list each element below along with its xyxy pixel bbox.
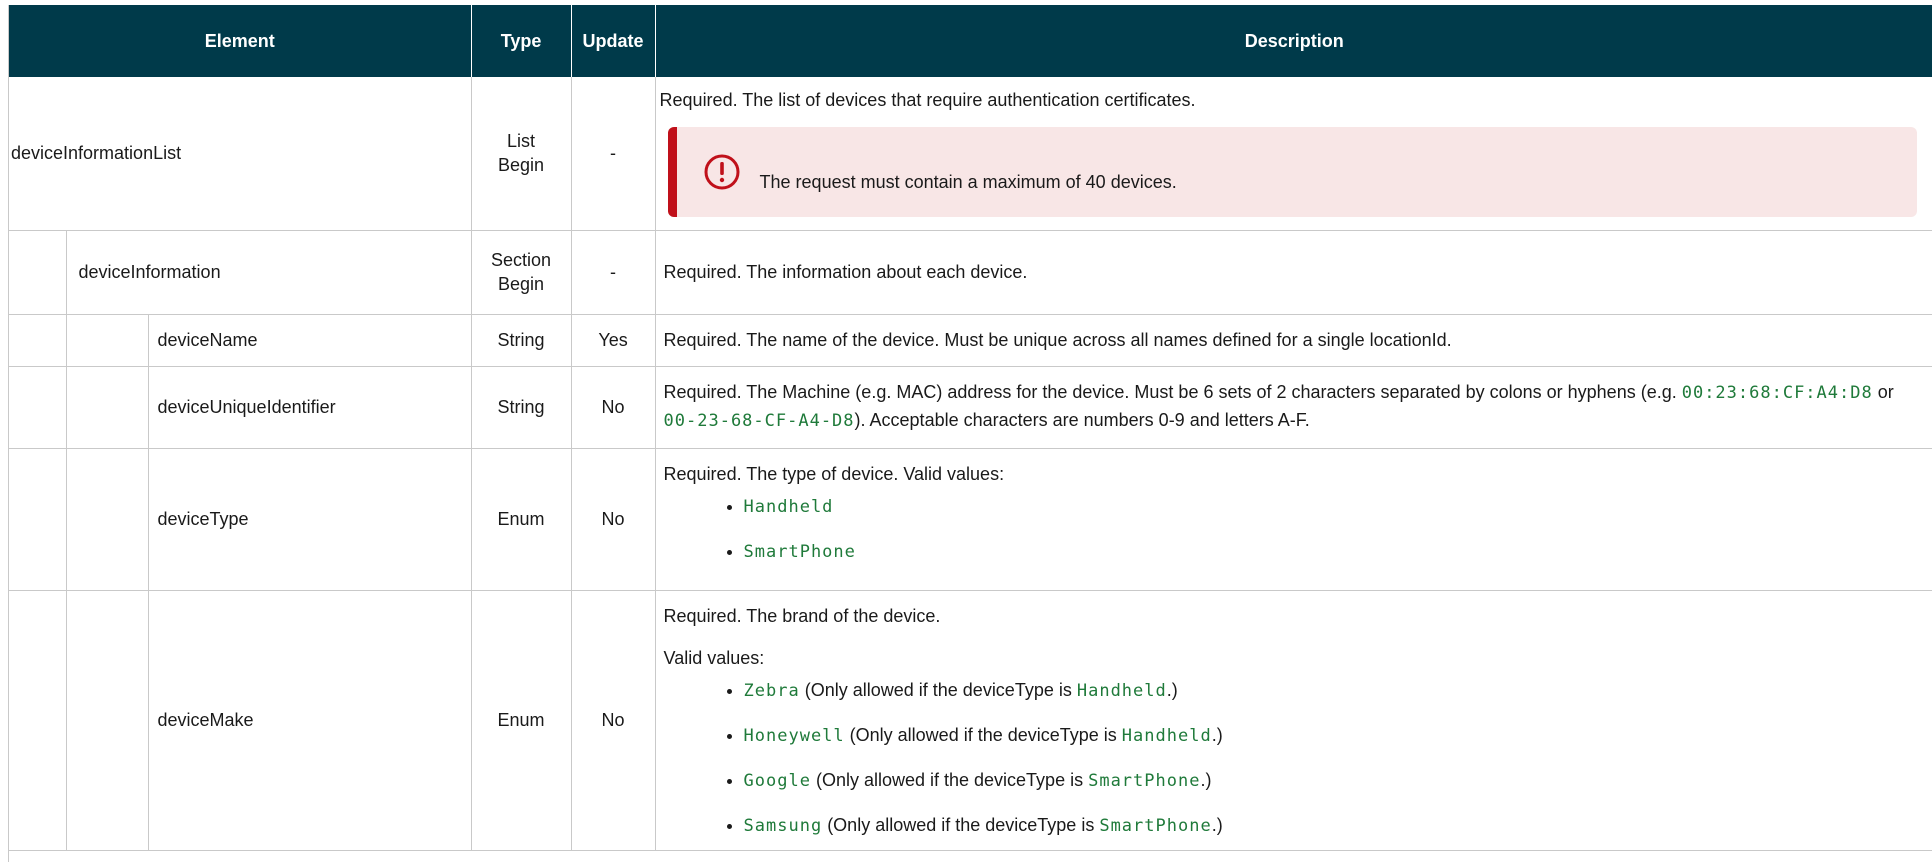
indent-cell xyxy=(66,590,149,851)
description-text: Required. The brand of the device. xyxy=(663,605,941,626)
description-text: Required. The list of devices that requi… xyxy=(659,90,1196,110)
type-cell: Section Begin xyxy=(471,230,572,315)
description-cell: Required. The information about each dev… xyxy=(655,230,1932,315)
list-item-text: (Only allowed if the deviceType is xyxy=(799,679,1077,700)
device-type-value: Handheld xyxy=(1121,725,1212,746)
type-line: Begin xyxy=(498,155,545,176)
type-cell: String xyxy=(471,314,572,367)
table-row: deviceInformationList List Begin - Requi… xyxy=(9,77,1932,231)
device-type-value: SmartPhone xyxy=(1099,815,1212,836)
description-text: ). Acceptable characters are numbers 0-9… xyxy=(854,410,1310,430)
type-cell: Enum xyxy=(471,448,572,591)
indent-cell xyxy=(9,230,67,315)
element-cell: deviceInformation xyxy=(66,230,472,315)
list-item-text: .) xyxy=(1211,814,1223,835)
warning-note: The request must contain a maximum of 40… xyxy=(667,127,1917,217)
header-type: Type xyxy=(471,5,572,77)
type-line: Begin xyxy=(498,274,545,294)
description-cell: Required. The Machine (e.g. MAC) address… xyxy=(655,366,1932,449)
valid-values-list: Zebra (Only allowed if the deviceType is… xyxy=(664,677,1925,839)
enum-value: SmartPhone xyxy=(743,541,856,562)
description-text: Required. The Machine (e.g. MAC) address… xyxy=(663,382,1682,402)
header-description: Description xyxy=(655,5,1932,77)
element-cell: deviceType xyxy=(148,448,472,591)
table-row: deviceType Enum No Required. The type of… xyxy=(9,448,1932,591)
table-row: deviceName String Yes Required. The name… xyxy=(9,314,1932,367)
element-cell: deviceName xyxy=(148,314,472,367)
description-cell: Required. The brand of the device. Valid… xyxy=(655,590,1932,851)
update-cell: No xyxy=(571,366,656,449)
list-item-text: (Only allowed if the deviceType is xyxy=(844,724,1122,745)
enum-value: Handheld xyxy=(743,496,834,517)
indent-cell xyxy=(66,314,149,367)
mac-example-hyphen: 00-23-68-CF-A4-D8 xyxy=(663,411,855,431)
list-item-text: .) xyxy=(1166,679,1178,700)
type-cell: List Begin xyxy=(471,77,572,231)
spec-table-container: Element Type Update Description deviceIn… xyxy=(8,5,1932,862)
table-row: deviceMake Enum No Required. The brand o… xyxy=(9,590,1932,851)
description-text: Valid values: xyxy=(663,647,765,668)
list-item: Honeywell (Only allowed if the deviceTyp… xyxy=(744,722,1925,749)
description-cell: Required. The type of device. Valid valu… xyxy=(655,448,1932,591)
list-item: Google (Only allowed if the deviceType i… xyxy=(744,767,1925,794)
enum-value: Samsung xyxy=(743,815,823,836)
valid-values-list: Handheld SmartPhone xyxy=(664,493,1925,565)
header-row: Element Type Update Description xyxy=(9,5,1932,77)
update-cell: Yes xyxy=(571,314,656,367)
element-cell: deviceMake xyxy=(148,590,472,851)
element-cell: deviceUniqueIdentifier xyxy=(148,366,472,449)
update-cell: No xyxy=(571,448,656,591)
enum-value: Honeywell xyxy=(743,725,845,746)
description-cell: Required. The name of the device. Must b… xyxy=(655,314,1932,367)
list-item-text: (Only allowed if the deviceType is xyxy=(810,769,1089,790)
enum-value: Zebra xyxy=(743,680,800,701)
header-update: Update xyxy=(571,5,656,77)
update-cell: - xyxy=(571,77,656,231)
description-cell: Required. The list of devices that requi… xyxy=(655,77,1932,231)
indent-cell xyxy=(9,448,67,591)
update-cell: No xyxy=(571,590,656,851)
list-item-text: (Only allowed if the deviceType is xyxy=(822,814,1100,835)
list-item: Handheld xyxy=(744,493,1925,520)
warning-note-text: The request must contain a maximum of 40… xyxy=(759,171,1177,192)
type-line: List xyxy=(507,131,536,152)
list-item-text: .) xyxy=(1200,769,1212,790)
device-type-value: SmartPhone xyxy=(1088,770,1201,791)
description-text: or xyxy=(1872,382,1894,402)
type-cell: Enum xyxy=(471,590,572,851)
type-cell: String xyxy=(471,366,572,449)
indent-cell xyxy=(9,590,67,851)
table-row: deviceInformation Section Begin - Requir… xyxy=(9,230,1932,315)
list-item-text: .) xyxy=(1211,724,1223,745)
indent-cell xyxy=(66,448,149,591)
indent-cell xyxy=(66,366,149,449)
type-line: Section xyxy=(491,250,552,270)
header-element: Element xyxy=(9,5,472,77)
enum-value: Google xyxy=(743,770,811,791)
list-item: SmartPhone xyxy=(744,538,1925,565)
update-cell: - xyxy=(571,230,656,315)
device-type-value: Handheld xyxy=(1076,680,1167,701)
alert-circle-icon xyxy=(702,152,742,192)
element-spec-table: Element Type Update Description deviceIn… xyxy=(9,5,1932,851)
element-cell: deviceInformationList xyxy=(9,77,472,231)
indent-cell xyxy=(9,366,67,449)
indent-cell xyxy=(9,314,67,367)
description-text: Required. The type of device. Valid valu… xyxy=(663,463,1005,484)
table-row: deviceUniqueIdentifier String No Require… xyxy=(9,366,1932,449)
list-item: Zebra (Only allowed if the deviceType is… xyxy=(744,677,1925,704)
mac-example-colon: 00:23:68:CF:A4:D8 xyxy=(1681,383,1873,403)
list-item: Samsung (Only allowed if the deviceType … xyxy=(744,812,1925,839)
